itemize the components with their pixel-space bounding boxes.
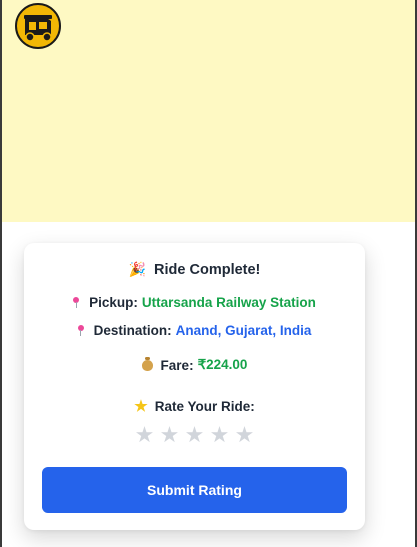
pickup-label: Pickup: [89,295,138,310]
ride-complete-title: Ride Complete! [154,261,261,278]
rate-label: Rate Your Ride: [154,398,255,414]
ride-complete-title-row: 🎉 Ride Complete! [24,261,365,278]
rating-star-5[interactable]: ★ [234,423,255,447]
destination-label: Destination: [93,323,172,338]
map-area[interactable] [2,0,415,222]
money-bag-icon [141,356,153,371]
pickup-value: Uttarsanda Railway Station [141,295,316,310]
pin-icon [77,324,84,336]
rate-row: ★ Rate Your Ride: [24,397,365,415]
pickup-row: Pickup: Uttarsanda Railway Station [24,295,365,310]
destination-value: Anand, Gujarat, India [175,323,312,338]
rating-star-3[interactable]: ★ [184,423,205,447]
star-icon: ★ [134,398,148,415]
rating-star-1[interactable]: ★ [134,423,155,447]
submit-rating-button[interactable]: Submit Rating [42,467,347,513]
auto-rickshaw-logo [15,3,61,49]
rating-star-2[interactable]: ★ [159,423,180,447]
fare-value: ₹224.00 [197,357,248,372]
destination-row: Destination: Anand, Gujarat, India [24,323,365,338]
app-frame: 🎉 Ride Complete! Pickup: Uttarsanda Rail… [0,0,417,547]
party-popper-icon: 🎉 [128,261,147,277]
rating-stars: ★ ★ ★ ★ ★ [24,423,365,447]
fare-row: Fare: ₹224.00 [24,356,365,373]
rating-star-4[interactable]: ★ [209,423,230,447]
pin-icon [73,296,80,308]
ride-complete-card: 🎉 Ride Complete! Pickup: Uttarsanda Rail… [24,243,365,530]
fare-label: Fare: [160,357,194,373]
